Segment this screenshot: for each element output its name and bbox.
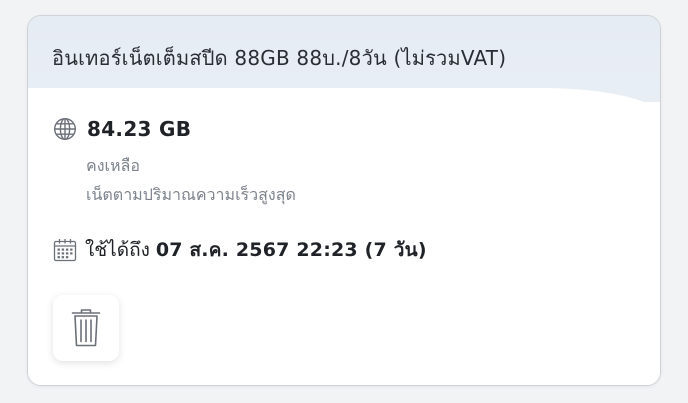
calendar-icon xyxy=(53,238,77,262)
remaining-label: คงเหลือ xyxy=(86,156,140,175)
expiry-date: 07 ส.ค. 2567 22:23 (7 วัน) xyxy=(155,239,427,261)
delete-button[interactable] xyxy=(53,295,119,361)
package-title: อินเทอร์เน็ตเต็มสปีด 88GB 88บ./8วัน (ไม่… xyxy=(52,46,507,70)
expiry-row: ใช้ได้ถึง 07 ส.ค. 2567 22:23 (7 วัน) xyxy=(53,235,427,265)
globe-icon xyxy=(53,117,77,141)
speed-label: เน็ตตามปริมาณความเร็วสูงสุด xyxy=(86,185,296,204)
package-card: อินเทอร์เน็ตเต็มสปีด 88GB 88บ./8วัน (ไม่… xyxy=(27,15,661,386)
data-amount: 84.23 GB xyxy=(87,117,192,141)
data-balance-row: 84.23 GB xyxy=(53,117,191,141)
trash-icon xyxy=(70,308,102,348)
expiry-label: ใช้ได้ถึง xyxy=(85,239,150,261)
